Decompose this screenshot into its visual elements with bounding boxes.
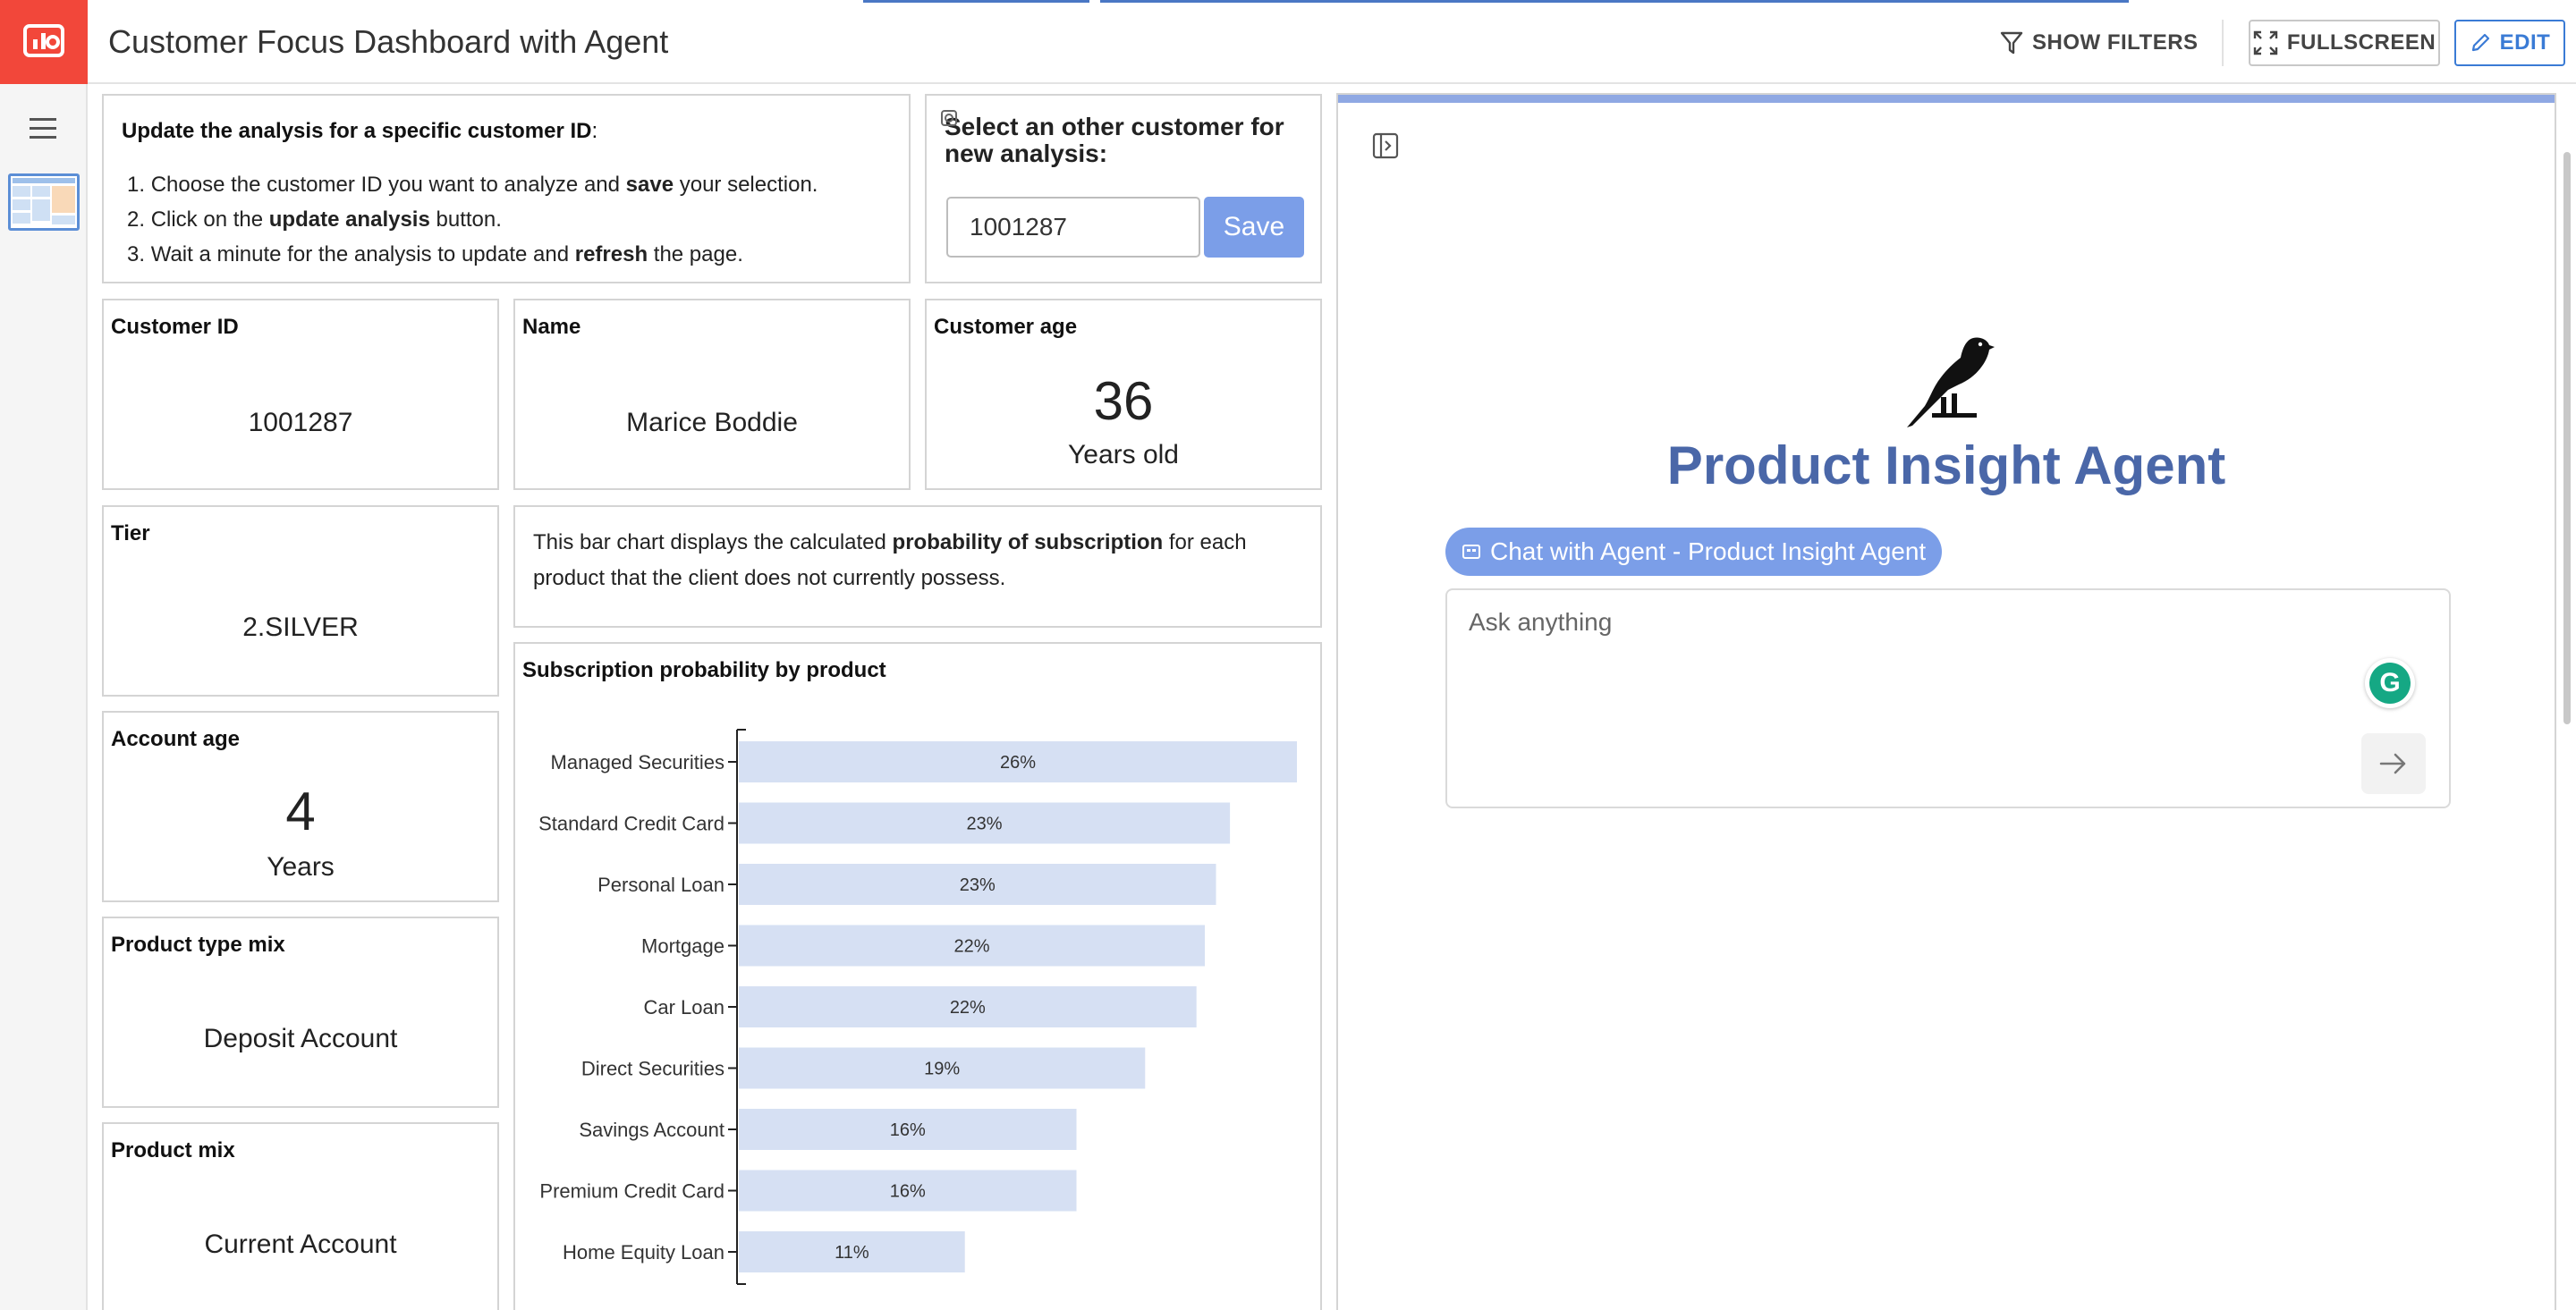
card-label: Product mix (111, 1138, 235, 1162)
bar-value-label: 11% (835, 1243, 869, 1263)
subscription-probability-chart-card: Subscription probability by product Mana… (513, 642, 1322, 1310)
top-bar: Customer Focus Dashboard with Agent SHOW… (0, 0, 2576, 84)
chart-description: This bar chart displays the calculated p… (533, 530, 1247, 590)
bar-value-label: 23% (967, 815, 1003, 834)
show-filters-button[interactable]: SHOW FILTERS (2000, 27, 2199, 59)
chat-input-box[interactable]: Ask anything G (1445, 588, 2451, 808)
chat-chip-label: Chat with Agent - Product Insight Agent (1490, 537, 1927, 565)
card-label: Name (522, 315, 581, 339)
category-label: Car Loan (643, 996, 724, 1018)
instruction-step: 3. Wait a minute for the analysis to upd… (127, 242, 743, 266)
bar-value-label: 16% (890, 1182, 926, 1202)
customer-age-card: Customer age 36 Years old (925, 299, 1322, 490)
refresh-icon[interactable] (940, 109, 960, 129)
bar-value-label: 22% (954, 937, 990, 957)
card-label: Tier (111, 521, 150, 545)
send-button[interactable] (2361, 733, 2426, 794)
toolbar-divider (2222, 20, 2224, 66)
page-thumbnail[interactable] (8, 173, 80, 231)
category-label: Standard Credit Card (538, 813, 724, 835)
product-mix-card: Product mix Current Account (102, 1122, 499, 1310)
instructions-list: 1. Choose the customer ID you want to an… (127, 167, 818, 272)
filter-icon (2000, 31, 2023, 55)
agent-panel-accent (1338, 95, 2555, 103)
instructions-heading: Update the analysis for a specific custo… (122, 119, 598, 143)
show-filters-label: SHOW FILTERS (2032, 30, 2199, 55)
instruction-step: 2. Click on the update analysis button. (127, 207, 502, 232)
sidebar-toggle-icon[interactable] (1372, 132, 1399, 159)
card-value: 4 (285, 782, 316, 841)
customer-id-input[interactable]: 1001287 (946, 197, 1200, 258)
menu-icon[interactable] (30, 118, 56, 139)
instructions-card: Update the analysis for a specific custo… (102, 94, 911, 283)
pencil-icon (2471, 33, 2489, 52)
dashboard-icon (23, 24, 64, 57)
customer-selector-card: Select an other customer for new analysi… (925, 94, 1322, 283)
card-value: 2.SILVER (242, 613, 359, 642)
fullscreen-label: FULLSCREEN (2286, 30, 2436, 55)
tier-card: Tier 2.SILVER (102, 505, 499, 697)
bird-logo-icon (1907, 337, 1995, 427)
page-tab-indicator[interactable] (933, 0, 1089, 3)
chat-icon (1462, 545, 1480, 559)
card-label: Customer age (934, 315, 1078, 339)
card-value: 1001287 (248, 408, 353, 437)
scrollbar[interactable] (2563, 152, 2571, 724)
bar-value-label: 19% (924, 1060, 960, 1079)
chart-description-card: This bar chart displays the calculated p… (513, 505, 1322, 628)
left-rail (0, 84, 88, 1310)
agent-panel: Product Insight Agent Chat with Agent - … (1336, 93, 2556, 1310)
card-value: Current Account (204, 1230, 397, 1259)
arrow-right-icon (2379, 753, 2406, 774)
card-label: Customer ID (111, 315, 239, 339)
fullscreen-icon (2253, 30, 2278, 55)
agent-title: Product Insight Agent (1666, 435, 2226, 495)
instruction-step: 1. Choose the customer ID you want to an… (127, 173, 818, 197)
card-value: Marice Boddie (626, 408, 798, 437)
bar-value-label: 26% (1000, 753, 1036, 773)
grammarly-letter: G (2369, 663, 2411, 704)
account-age-card: Account age 4 Years (102, 711, 499, 902)
category-label: Direct Securities (581, 1058, 724, 1080)
category-label: Personal Loan (597, 874, 724, 896)
grammarly-icon[interactable]: G (2365, 658, 2415, 708)
bar-value-label: 23% (960, 875, 996, 895)
chat-with-agent-chip[interactable]: Chat with Agent - Product Insight Agent (1445, 528, 1943, 576)
chat-input[interactable]: Ask anything (1469, 608, 1612, 637)
dashboard-title: Customer Focus Dashboard with Agent (108, 23, 669, 60)
card-value: Deposit Account (203, 1024, 398, 1053)
category-label: Mortgage (641, 935, 724, 958)
card-label: Product type mix (111, 933, 285, 957)
app-logo[interactable] (0, 0, 88, 84)
page-tab-indicator[interactable] (1100, 0, 2129, 3)
category-label: Savings Account (579, 1119, 724, 1141)
product-type-mix-card: Product type mix Deposit Account (102, 917, 499, 1108)
bar-value-label: 16% (890, 1120, 926, 1140)
card-unit: Years (267, 852, 335, 882)
save-button[interactable]: Save (1204, 197, 1304, 258)
selector-prompt: Select an other customer for new analysi… (945, 113, 1284, 167)
fullscreen-button[interactable]: FULLSCREEN (2249, 20, 2440, 66)
category-label: Premium Credit Card (539, 1180, 724, 1203)
bar-value-label: 22% (950, 998, 986, 1018)
card-unit: Years old (1068, 440, 1179, 469)
name-card: Name Marice Boddie (513, 299, 911, 490)
edit-button[interactable]: EDIT (2454, 20, 2565, 66)
category-label: Home Equity Loan (563, 1241, 724, 1264)
category-label: Managed Securities (551, 751, 724, 773)
edit-label: EDIT (2499, 30, 2551, 55)
customer-id-card: Customer ID 1001287 (102, 299, 499, 490)
card-value: 36 (1093, 371, 1154, 431)
card-label: Account age (111, 727, 241, 751)
bar-chart: Managed Securities 26% Standard Credit Car… (538, 729, 1297, 1285)
